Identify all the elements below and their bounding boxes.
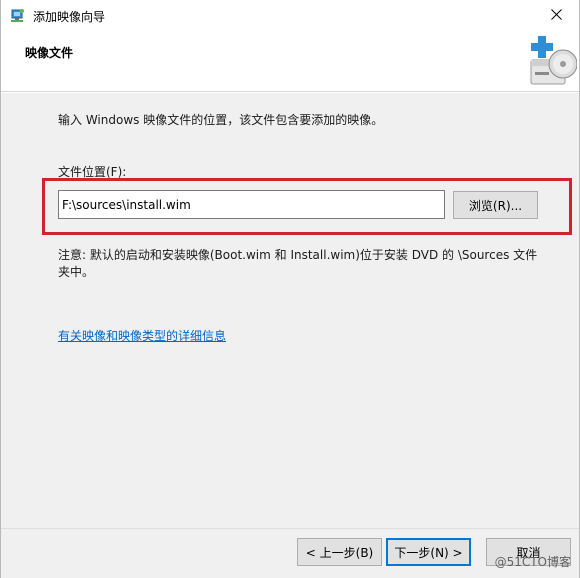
- add-disk-image-icon: [525, 34, 578, 88]
- add-image-wizard-window: 添加映像向导 映像文件 输入 Windows 映像文件的位置，该文件包含要添加的…: [0, 0, 580, 578]
- watermark: @51CTO博客: [494, 555, 571, 569]
- title-bar: 添加映像向导: [1, 0, 579, 32]
- back-button[interactable]: < 上一步(B): [297, 538, 382, 566]
- wizard-body: 输入 Windows 映像文件的位置，该文件包含要添加的映像。 文件位置(F):…: [1, 93, 579, 528]
- browse-button[interactable]: 浏览(R)...: [453, 191, 538, 219]
- next-button[interactable]: 下一步(N) >: [386, 538, 471, 566]
- wizard-header: 映像文件: [1, 32, 579, 92]
- wds-wizard-icon: [9, 8, 25, 24]
- close-button[interactable]: [533, 0, 579, 32]
- window-title: 添加映像向导: [33, 10, 106, 24]
- wizard-footer: < 上一步(B) 下一步(N) > 取消: [1, 528, 579, 578]
- close-icon: [550, 9, 562, 23]
- note-text: 注意: 默认的启动和安装映像(Boot.wim 和 Install.wim)位于…: [58, 248, 538, 279]
- page-title: 映像文件: [25, 46, 74, 60]
- intro-text: 输入 Windows 映像文件的位置，该文件包含要添加的映像。: [58, 113, 384, 127]
- file-location-input[interactable]: [58, 190, 445, 219]
- image-info-link[interactable]: 有关映像和映像类型的详细信息: [58, 327, 226, 344]
